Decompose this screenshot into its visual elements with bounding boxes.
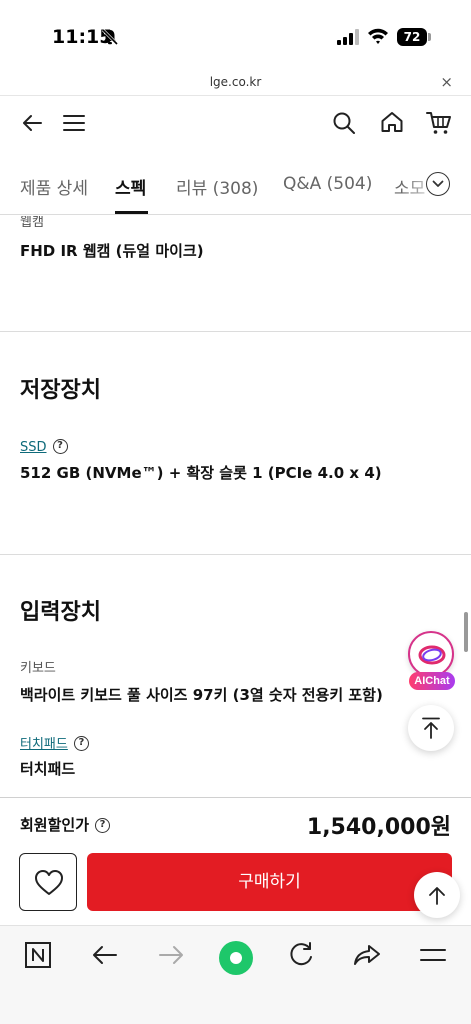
- site-header: [0, 97, 471, 151]
- url-bar[interactable]: lge.co.kr ×: [0, 72, 471, 96]
- chevron-down-icon: [432, 180, 444, 187]
- green-dot-icon: [219, 941, 253, 975]
- green-dot-button[interactable]: [218, 940, 254, 976]
- section-divider: [0, 331, 471, 332]
- input-section-title: 입력장치: [20, 600, 101, 625]
- menu-icon[interactable]: [62, 111, 86, 135]
- storage-section-title: 저장장치: [20, 378, 101, 403]
- tab-qna[interactable]: Q&A (504): [283, 174, 372, 194]
- url-close-button[interactable]: ×: [440, 73, 453, 91]
- tab-review[interactable]: 리뷰 (308): [176, 174, 258, 199]
- back-arrow-icon: [93, 946, 117, 964]
- refresh-button[interactable]: [286, 940, 318, 972]
- share-icon: [354, 945, 380, 965]
- browser-toolbar: [0, 925, 471, 1024]
- cart-icon[interactable]: [426, 110, 452, 136]
- cellular-signal-icon: [337, 29, 359, 45]
- aichat-logo-icon: [418, 645, 446, 665]
- status-bar: 11:15 72: [0, 0, 471, 72]
- url-domain[interactable]: lge.co.kr: [0, 75, 471, 89]
- naver-home-button[interactable]: [23, 940, 55, 972]
- aichat-circle[interactable]: [408, 631, 454, 677]
- help-icon[interactable]: ?: [73, 736, 89, 751]
- browser-menu-button[interactable]: [418, 940, 450, 972]
- refresh-icon: [290, 942, 312, 966]
- heart-icon: [35, 870, 63, 895]
- webcam-value: FHD IR 웹캠 (듀얼 마이크): [20, 242, 204, 260]
- ssd-label-row: SSD?: [20, 436, 68, 455]
- battery-tip: [428, 33, 431, 41]
- browser-forward-button[interactable]: [156, 940, 188, 972]
- keyboard-value: 백라이트 키보드 풀 사이즈 97키 (3열 숫자 전용키 포함): [20, 686, 383, 704]
- touchpad-value: 터치패드: [20, 760, 76, 778]
- naver-n-icon: [25, 942, 51, 968]
- bell-muted-icon: [101, 28, 119, 46]
- arrow-up-icon: [422, 717, 440, 739]
- spec-content: 웹캠 FHD IR 웹캠 (듀얼 마이크) 저장장치 SSD? 512 GB (…: [0, 216, 471, 796]
- search-icon[interactable]: [332, 111, 356, 135]
- member-price-label: 회원할인가?: [20, 814, 111, 835]
- touchpad-link[interactable]: 터치패드: [20, 737, 68, 752]
- arrow-up-icon: [429, 887, 445, 905]
- aichat-label[interactable]: AIChat: [409, 672, 455, 690]
- active-tab-indicator: [115, 211, 148, 214]
- section-divider: [0, 554, 471, 555]
- back-arrow-icon[interactable]: [20, 111, 44, 135]
- purchase-bar: 회원할인가? 1,540,000원 구매하기: [0, 797, 471, 925]
- webcam-label: 웹캠: [20, 216, 44, 230]
- wifi-icon: [368, 28, 388, 44]
- help-icon[interactable]: ?: [52, 439, 68, 454]
- scroll-top-button-lower[interactable]: [414, 872, 460, 918]
- ssd-link[interactable]: SSD: [20, 440, 47, 455]
- product-tabs: 제품 상세 스펙 리뷰 (308) Q&A (504) 소모: [0, 160, 471, 215]
- browser-back-button[interactable]: [90, 940, 122, 972]
- tabs-more-button[interactable]: [426, 172, 450, 196]
- forward-arrow-icon: [159, 946, 183, 964]
- home-icon[interactable]: [380, 110, 404, 134]
- member-price-value: 1,540,000원: [306, 815, 451, 840]
- menu-icon: [420, 949, 446, 961]
- help-icon[interactable]: ?: [95, 818, 111, 833]
- ssd-value: 512 GB (NVMe™) + 확장 슬롯 1 (PCIe 4.0 x 4): [20, 464, 382, 482]
- buy-button[interactable]: 구매하기: [87, 853, 452, 911]
- aichat-button[interactable]: AIChat: [408, 631, 455, 691]
- share-button[interactable]: [352, 940, 384, 972]
- touchpad-label-row: 터치패드?: [20, 733, 89, 752]
- keyboard-label: 키보드: [20, 661, 56, 676]
- wishlist-button[interactable]: [19, 853, 77, 911]
- page-scrollbar[interactable]: [464, 612, 468, 652]
- battery-icon: 72: [397, 28, 427, 46]
- tab-product-detail[interactable]: 제품 상세: [20, 174, 88, 199]
- tab-spec[interactable]: 스펙: [115, 174, 146, 199]
- scroll-top-button[interactable]: [408, 705, 454, 751]
